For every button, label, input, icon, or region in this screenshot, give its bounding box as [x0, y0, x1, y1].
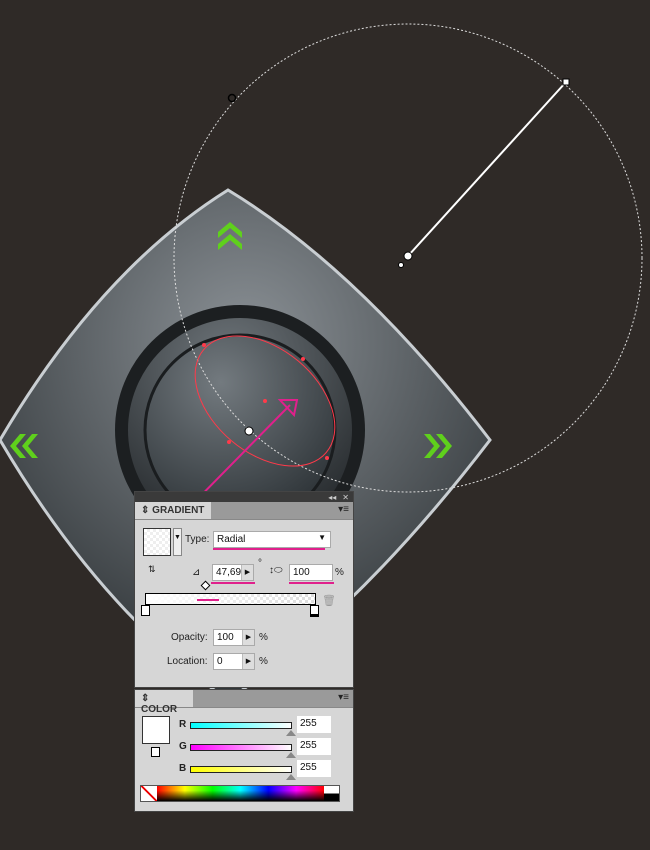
opacity-percent: % — [259, 632, 268, 643]
gradient-end-handle[interactable] — [562, 78, 570, 86]
color-panel: ⇕ COLOR ▾≡ R 255 G 255 B 255 — [134, 689, 354, 812]
r-slider-thumb[interactable] — [286, 730, 296, 736]
r-label: R — [179, 719, 187, 730]
gradient-swatch[interactable] — [143, 528, 171, 556]
focus-handle[interactable] — [398, 262, 404, 268]
type-select[interactable]: Radial ▼ — [213, 531, 331, 548]
r-value: 255 — [300, 718, 317, 729]
gradient-aspect-handle[interactable] — [227, 93, 237, 103]
r-slider[interactable] — [190, 722, 292, 729]
close-icon[interactable]: ✕ — [342, 493, 349, 502]
b-slider[interactable] — [190, 766, 292, 773]
center-target[interactable] — [244, 426, 254, 436]
opacity-value: 100 — [217, 632, 234, 643]
aspect-ratio-field[interactable]: 100 — [289, 564, 333, 581]
tab-label: GRADIENT — [152, 505, 205, 516]
g-slider-thumb[interactable] — [286, 752, 296, 758]
gradient-panel: ◂◂ ✕ ⇕ GRADIENT ▾≡ ▼ Type: Radial ▼ ⇅ ⊿ 47,… — [134, 491, 354, 688]
g-field[interactable]: 255 — [297, 738, 331, 755]
color-stop-right[interactable] — [310, 605, 319, 617]
angle-field[interactable]: 47,69 ▶ — [212, 564, 254, 581]
location-label: Location: — [167, 656, 208, 667]
black-white-swatch[interactable] — [324, 786, 339, 801]
trash-icon[interactable]: 🗑 — [322, 594, 336, 607]
tab-color[interactable]: ⇕ COLOR — [135, 690, 193, 715]
panel-menu-icon[interactable]: ▾≡ — [334, 502, 353, 519]
g-value: 255 — [300, 740, 317, 751]
g-slider[interactable] — [190, 744, 292, 751]
color-spectrum[interactable] — [140, 785, 340, 802]
percent-label: % — [335, 567, 344, 578]
fill-swatch[interactable] — [142, 716, 170, 744]
gradient-slider[interactable] — [145, 593, 316, 605]
gradient-annotator-line[interactable] — [407, 81, 567, 257]
swatch-dropdown[interactable]: ▼ — [173, 528, 182, 556]
color-stop-left[interactable] — [141, 605, 150, 616]
angle-stepper[interactable]: ▶ — [241, 565, 253, 580]
panel-menu-icon[interactable]: ▾≡ — [334, 690, 353, 707]
gradient-origin-handle[interactable] — [403, 251, 413, 261]
aspect-ratio-icon: ↕⬭ — [269, 565, 283, 576]
tab-gradient[interactable]: ⇕ GRADIENT — [135, 502, 211, 519]
degree-label: ° — [258, 558, 262, 569]
chevron-down-icon: ▼ — [318, 533, 326, 542]
type-label: Type: — [185, 534, 210, 545]
tab-label: COLOR — [141, 704, 178, 715]
collapse-icon[interactable]: ◂◂ — [328, 493, 336, 502]
b-field[interactable]: 255 — [297, 760, 331, 777]
angle-value: 47,69 — [216, 567, 242, 578]
reverse-gradient-icon[interactable]: ⇅ — [148, 564, 164, 578]
g-label: G — [179, 741, 187, 752]
type-value: Radial — [217, 534, 246, 545]
midpoint-diamond[interactable] — [200, 580, 211, 591]
opacity-stepper[interactable]: ▶ — [242, 630, 254, 645]
location-percent: % — [259, 656, 268, 667]
opacity-field[interactable]: 100 ▶ — [213, 629, 255, 646]
b-value: 255 — [300, 762, 317, 773]
b-label: B — [179, 763, 187, 774]
r-field[interactable]: 255 — [297, 716, 331, 733]
angle-icon: ⊿ — [192, 567, 201, 578]
b-slider-thumb[interactable] — [286, 774, 296, 780]
aspect-value: 100 — [293, 567, 310, 578]
location-stepper[interactable]: ▶ — [242, 654, 254, 669]
location-value: 0 — [217, 656, 223, 667]
opacity-label: Opacity: — [171, 632, 208, 643]
location-field[interactable]: 0 ▶ — [213, 653, 255, 670]
out-of-gamut-icon — [151, 747, 160, 757]
none-swatch-icon[interactable] — [141, 786, 157, 801]
